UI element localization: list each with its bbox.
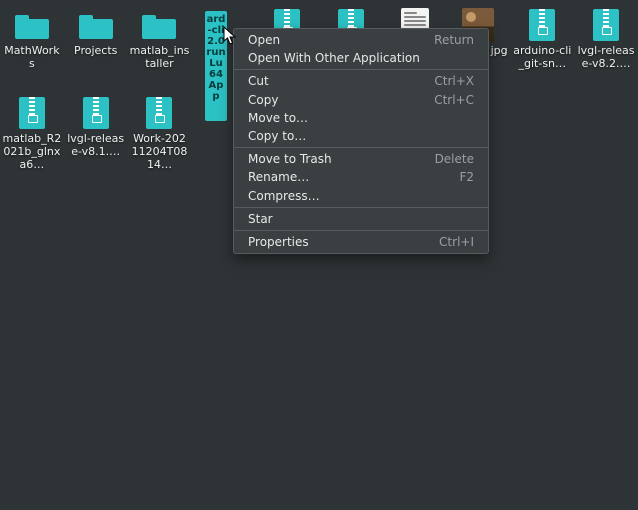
menu-item-accel: Ctrl+X bbox=[434, 74, 474, 88]
archive-icon bbox=[146, 97, 172, 129]
menu-item-accel: Delete bbox=[435, 152, 474, 166]
desktop[interactable]: MathWorks Projects matlab_installer ige … bbox=[0, 0, 638, 510]
menu-item-copy-to[interactable]: Copy to… bbox=[234, 127, 488, 145]
menu-separator bbox=[234, 207, 488, 208]
archive-icon bbox=[19, 97, 45, 129]
icon-label: arduino-cli_git-sn… bbox=[512, 44, 572, 70]
menu-item-compress[interactable]: Compress… bbox=[234, 187, 488, 205]
menu-item-properties[interactable]: Properties Ctrl+I bbox=[234, 233, 488, 251]
desktop-icon[interactable]: lvgl-release-v8.1.… bbox=[64, 94, 128, 182]
archive-icon bbox=[83, 97, 109, 129]
menu-separator bbox=[234, 147, 488, 148]
desktop-icon[interactable]: MathWorks bbox=[0, 6, 64, 94]
menu-item-move-to[interactable]: Move to… bbox=[234, 109, 488, 127]
menu-item-label: Cut bbox=[248, 74, 269, 88]
icon-label: lvgl-release-v8.1.… bbox=[66, 132, 126, 158]
icon-label: Work-20211204T0814… bbox=[130, 132, 190, 171]
icon-label: matlab_R2021b_glnxa6… bbox=[2, 132, 62, 171]
desktop-icon[interactable]: Projects bbox=[64, 6, 128, 94]
menu-item-label: Rename… bbox=[248, 170, 309, 184]
menu-item-label: Move to Trash bbox=[248, 152, 332, 166]
menu-item-accel: Ctrl+C bbox=[434, 93, 474, 107]
menu-item-accel: Ctrl+I bbox=[439, 235, 474, 249]
icon-label: Projects bbox=[74, 44, 117, 57]
menu-item-star[interactable]: Star bbox=[234, 210, 488, 228]
menu-item-label: Open With Other Application bbox=[248, 51, 420, 65]
desktop-icon[interactable]: matlab_installer bbox=[128, 6, 192, 94]
menu-item-accel: F2 bbox=[459, 170, 474, 184]
archive-icon bbox=[593, 9, 619, 41]
menu-item-copy[interactable]: Copy Ctrl+C bbox=[234, 91, 488, 109]
mouse-cursor-icon bbox=[223, 26, 237, 46]
menu-item-label: Properties bbox=[248, 235, 309, 249]
menu-separator bbox=[234, 230, 488, 231]
icon-label: matlab_installer bbox=[130, 44, 190, 70]
menu-item-open[interactable]: Open Return bbox=[234, 31, 488, 49]
icon-label: MathWorks bbox=[2, 44, 62, 70]
desktop-icon[interactable]: arduino-cli_git-sn… bbox=[510, 6, 574, 94]
menu-item-label: Open bbox=[248, 33, 280, 47]
menu-item-label: Move to… bbox=[248, 111, 308, 125]
folder-icon bbox=[15, 12, 49, 38]
folder-icon bbox=[142, 12, 176, 38]
archive-icon bbox=[529, 9, 555, 41]
menu-item-accel: Return bbox=[434, 33, 474, 47]
menu-item-label: Copy to… bbox=[248, 129, 306, 143]
menu-separator bbox=[234, 69, 488, 70]
icon-label: lvgl-release-v8.2.… bbox=[576, 44, 636, 70]
context-menu: Open Return Open With Other Application … bbox=[233, 28, 489, 254]
menu-item-rename[interactable]: Rename… F2 bbox=[234, 168, 488, 186]
menu-item-label: Compress… bbox=[248, 189, 320, 203]
desktop-icon[interactable]: Work-20211204T0814… bbox=[128, 94, 192, 182]
menu-item-label: Copy bbox=[248, 93, 278, 107]
menu-item-open-with[interactable]: Open With Other Application bbox=[234, 49, 488, 67]
menu-item-label: Star bbox=[248, 212, 273, 226]
menu-item-trash[interactable]: Move to Trash Delete bbox=[234, 150, 488, 168]
folder-icon bbox=[79, 12, 113, 38]
menu-item-cut[interactable]: Cut Ctrl+X bbox=[234, 72, 488, 90]
desktop-icon[interactable]: lvgl-release-v8.2.… bbox=[574, 6, 638, 94]
desktop-icon[interactable]: matlab_R2021b_glnxa6… bbox=[0, 94, 64, 182]
